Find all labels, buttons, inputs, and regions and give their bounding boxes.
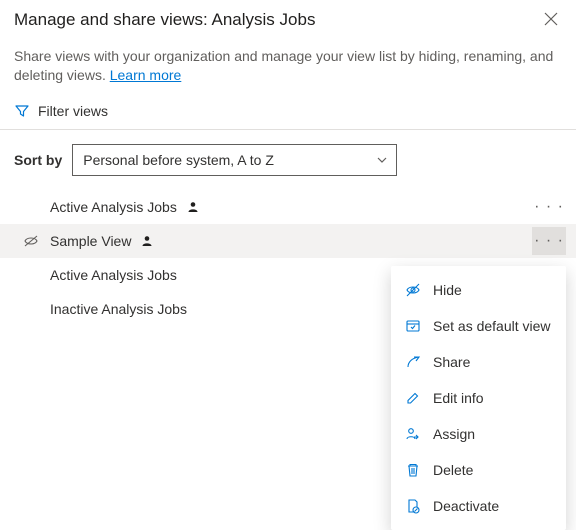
view-label: Active Analysis Jobs — [50, 199, 177, 215]
share-icon — [405, 354, 421, 370]
filter-icon — [14, 103, 30, 119]
hide-icon — [405, 282, 421, 298]
view-label: Active Analysis Jobs — [50, 267, 177, 283]
menu-item-label: Share — [433, 354, 470, 370]
menu-item-edit-info[interactable]: Edit info — [391, 380, 566, 416]
menu-item-delete[interactable]: Delete — [391, 452, 566, 488]
menu-item-label: Hide — [433, 282, 462, 298]
filter-views-button[interactable]: Filter views — [14, 103, 562, 119]
learn-more-link[interactable]: Learn more — [110, 67, 182, 83]
menu-item-label: Edit info — [433, 390, 484, 406]
deactivate-icon — [405, 498, 421, 514]
context-menu: Hide Set as default view Share Edit info Ass… — [391, 266, 566, 530]
edit-icon — [405, 390, 421, 406]
more-actions-button[interactable]: · · · — [532, 193, 566, 221]
panel-description: Share views with your organization and m… — [14, 47, 562, 85]
view-label: Inactive Analysis Jobs — [50, 301, 187, 317]
person-icon — [141, 235, 153, 247]
menu-item-assign[interactable]: Assign — [391, 416, 566, 452]
more-actions-button[interactable]: · · · — [532, 227, 566, 255]
sort-label: Sort by — [14, 152, 62, 168]
description-text: Share views with your organization and m… — [14, 48, 553, 83]
menu-item-hide[interactable]: Hide — [391, 272, 566, 308]
filter-label: Filter views — [38, 103, 108, 119]
assign-icon — [405, 426, 421, 442]
menu-item-set-as-default-view[interactable]: Set as default view — [391, 308, 566, 344]
hidden-indicator — [20, 233, 42, 249]
divider — [0, 129, 576, 130]
person-icon — [187, 201, 199, 213]
view-row[interactable]: Sample View · · · — [0, 224, 576, 258]
menu-item-deactivate[interactable]: Deactivate — [391, 488, 566, 524]
default-view-icon — [405, 318, 421, 334]
close-icon — [544, 12, 558, 26]
sort-selected-value: Personal before system, A to Z — [83, 152, 274, 168]
sort-dropdown[interactable]: Personal before system, A to Z — [72, 144, 397, 176]
menu-item-label: Deactivate — [433, 498, 499, 514]
menu-item-share[interactable]: Share — [391, 344, 566, 380]
close-button[interactable] — [540, 10, 562, 33]
menu-item-label: Set as default view — [433, 318, 551, 334]
panel-title: Manage and share views: Analysis Jobs — [14, 10, 315, 30]
view-label: Sample View — [50, 233, 131, 249]
chevron-down-icon — [376, 154, 388, 166]
menu-item-label: Delete — [433, 462, 473, 478]
delete-icon — [405, 462, 421, 478]
view-row[interactable]: Active Analysis Jobs · · · — [0, 190, 576, 224]
menu-item-label: Assign — [433, 426, 475, 442]
